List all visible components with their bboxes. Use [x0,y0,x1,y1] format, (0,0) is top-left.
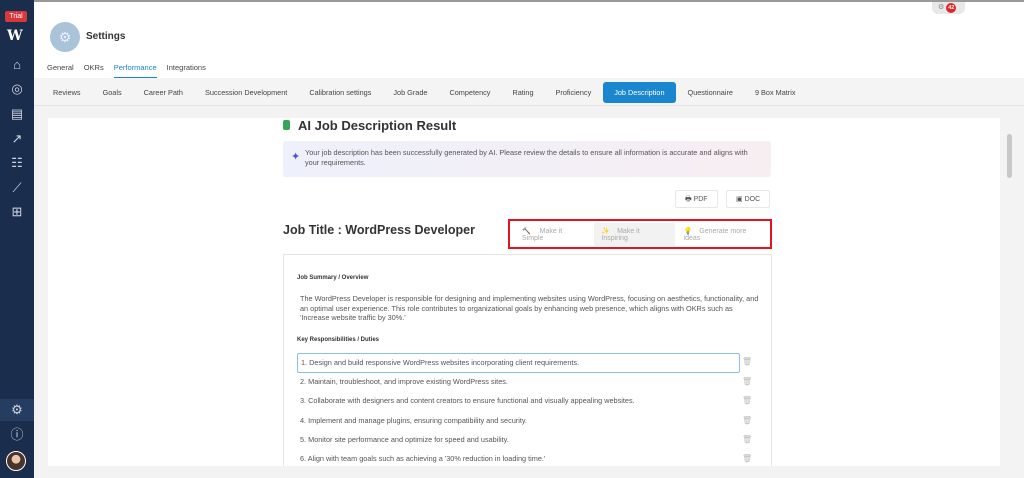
responsibility-item[interactable]: 5. Monitor site performance and optimize… [297,431,740,451]
responsibility-item[interactable]: 4. Implement and manage plugins, ensurin… [297,412,740,432]
ai-actions: 🔨 Make it Simple ✨ Make it Inspiring 💡 Gen… [508,219,772,249]
responsibility-item[interactable]: 2. Maintain, troubleshoot, and improve e… [297,373,740,393]
tab-okrs[interactable]: OKRs [84,63,104,78]
settings-icon[interactable]: ⚙ [0,399,34,421]
logo: W [7,28,23,44]
pdf-button[interactable]: 🖶 PDF [675,190,718,208]
trash-icon[interactable]: 🗑 [742,396,752,405]
clipboard-icon[interactable]: ▤ [0,103,34,125]
tab-integrations[interactable]: Integrations [167,63,206,78]
subtab-9-box-matrix[interactable]: 9 Box Matrix [745,83,806,102]
responsibility-item[interactable]: 3. Collaborate with designers and conten… [297,392,740,412]
notification-count: 42 [946,3,957,13]
home-icon[interactable]: ⌂ [0,54,34,76]
word-icon: ▣ [736,196,743,203]
team-icon[interactable]: ☷ [0,152,34,174]
trash-icon[interactable]: 🗑 [742,435,752,444]
make-inspiring-label: Make it Inspiring [601,227,640,242]
avatar[interactable] [6,451,26,471]
apps-icon[interactable]: ⊞ [0,201,34,223]
sparkle-icon: ✦ [291,151,301,163]
tab-general[interactable]: General [47,63,74,78]
pdf-icon: 🖶 [685,196,692,203]
subtab-succession[interactable]: Succession Development [195,83,297,102]
subtab-goals[interactable]: Goals [93,83,132,102]
sub-tabs: Reviews Goals Career Path Succession Dev… [34,79,1024,106]
success-banner: ✦ Your job description has been successfu… [283,141,771,177]
trash-icon[interactable]: 🗑 [742,357,752,366]
subtab-competency[interactable]: Competency [439,83,500,102]
target-icon[interactable]: ◎ [0,78,34,100]
subtab-career-path[interactable]: Career Path [134,83,193,102]
gear-icon: ⚙ [938,4,945,11]
doc-label: DOC [744,196,761,203]
subtab-reviews[interactable]: Reviews [43,83,91,102]
settings-gear-icon: ⚙ [50,22,80,52]
result-heading: AI Job Description Result [283,118,456,133]
sidebar: Trial W ⌂ ◎ ▤ ↗ ☷ ⟋ ⊞ ⚙ ⓘ [0,0,34,478]
header: ⚙ Settings General OKRs Performance Inte… [34,0,1024,78]
trial-badge: Trial [5,11,27,22]
ai-db-icon [283,120,290,130]
responsibility-input[interactable]: 1. Design and build responsive WordPress… [297,353,740,373]
trash-icon[interactable]: 🗑 [742,377,752,386]
summary-text[interactable]: The WordPress Developer is responsible f… [300,294,760,323]
pdf-label: PDF [693,196,708,203]
doc-button[interactable]: ▣ DOC [726,190,771,208]
make-simple-label: Make it Simple [522,227,563,242]
make-inspiring-button[interactable]: ✨ Make it Inspiring [594,222,675,246]
tab-performance[interactable]: Performance [113,63,157,78]
subtab-job-description[interactable]: Job Description [603,81,676,103]
chart-rising-icon[interactable]: ↗ [0,128,34,150]
job-description-card: Job Summary / Overview The WordPress Dev… [283,254,772,466]
summary-label: Job Summary / Overview [297,275,369,281]
scrollbar[interactable] [1007,134,1012,178]
subtab-questionnaire[interactable]: Questionnaire [678,83,743,102]
responsibility-item[interactable]: 6. Align with team goals such as achievi… [297,450,740,470]
notification-button[interactable]: ⚙ 42 [932,2,965,14]
trash-icon[interactable]: 🗑 [742,416,752,425]
subtab-job-grade[interactable]: Job Grade [383,83,437,102]
trash-icon[interactable]: 🗑 [742,454,752,463]
responsibilities-label: Key Responsibilities / Duties [297,337,380,343]
analytics-icon[interactable]: ⟋ [0,177,34,199]
generate-ideas-button[interactable]: 💡 Generate more ideas [677,223,770,246]
generate-ideas-label: Generate more ideas [683,227,747,242]
result-title: AI Job Description Result [298,118,457,133]
job-title: Job Title : WordPress Developer [283,223,475,237]
subtab-calibration[interactable]: Calibration settings [299,83,381,102]
banner-text: Your job description has been successful… [305,148,748,167]
help-icon[interactable]: ⓘ [0,424,34,446]
subtab-rating[interactable]: Rating [502,83,543,102]
make-simple-button[interactable]: 🔨 Make it Simple [515,223,592,246]
page-title: Settings [86,31,126,42]
subtab-proficiency[interactable]: Proficiency [546,83,602,102]
